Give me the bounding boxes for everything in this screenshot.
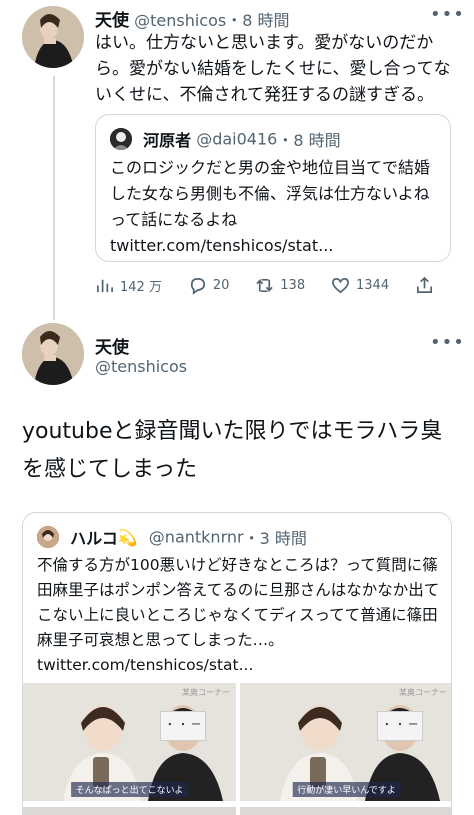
share-button[interactable]	[415, 276, 440, 295]
views-button[interactable]: 142 万	[95, 276, 162, 295]
media-image[interactable]: ・ ・ ー 某奥コーナー 行動が凄い早いんですよ	[240, 683, 451, 801]
media-image[interactable]: ・ ・ ー 某奥コーナー そんなぱっと出てこないよ	[23, 683, 236, 801]
quote-avatar	[110, 128, 132, 150]
quote-timestamp: ・3 時間	[243, 529, 307, 548]
quote-tweet-text: このロジックだと男の金や地位目当てで結婚した女なら男側も不倫、浮気は仕方ないよね…	[110, 158, 431, 255]
heart-icon	[332, 277, 349, 293]
like-button[interactable]: 1344	[331, 276, 389, 295]
avatar[interactable]	[22, 6, 84, 68]
retweet-count: 138	[280, 277, 306, 293]
mosaic-face-overlay: ・ ・ ー	[377, 711, 423, 741]
media-image[interactable]	[240, 807, 451, 815]
analytics-icon	[96, 279, 113, 292]
media-image[interactable]	[23, 807, 236, 815]
reply-button[interactable]: 20	[188, 276, 230, 295]
more-options-icon[interactable]: •••	[430, 332, 465, 353]
quote-tweet-card[interactable]: ハルコ💫 @nantknrnr・3 時間 不倫する方が100悪いけど好きなところ…	[22, 512, 452, 815]
quote-author-handle: @nantknrnr	[148, 527, 244, 547]
tweet1-author-name[interactable]: 天使	[95, 11, 129, 31]
avatar[interactable]	[22, 323, 84, 385]
tweet1-timestamp[interactable]: ・8 時間	[226, 11, 289, 30]
retweet-button[interactable]: 138	[255, 276, 305, 295]
tweet-action-bar: 142 万 20 138 1344	[95, 272, 440, 298]
like-count: 1344	[356, 277, 390, 293]
quote-author-name: ハルコ	[70, 529, 118, 548]
more-options-icon[interactable]: •••	[430, 4, 465, 25]
tweet2-author-name[interactable]: 天使	[95, 333, 129, 358]
quote-avatar	[37, 526, 59, 548]
media-badge: 某奥コーナー	[182, 688, 230, 697]
reply-count: 20	[212, 277, 230, 293]
tweet2-text: youtubeと録音聞いた限りではモラハラ臭を感じてしまった	[22, 419, 443, 482]
tweet1-author-handle[interactable]: @tenshicos	[134, 11, 226, 30]
quote-tweet-card[interactable]: 河原者 @dai0416・8 時間 このロジックだと男の金や地位目当てで結婚した…	[95, 114, 451, 262]
share-icon	[416, 276, 432, 293]
avatar-image	[22, 6, 84, 68]
media-badge: 某奥コーナー	[399, 688, 447, 697]
quote-author-name: 河原者	[143, 131, 192, 150]
retweet-icon	[256, 278, 273, 292]
quote-author-handle: @dai0416	[196, 129, 278, 149]
avatar-image	[22, 323, 84, 385]
mosaic-face-overlay: ・ ・ ー	[160, 711, 206, 741]
thread-line	[53, 76, 55, 320]
comet-emoji: 💫	[117, 527, 138, 547]
media-caption: そんなぱっと出てこないよ	[70, 782, 189, 797]
views-count: 142 万	[120, 279, 162, 295]
reply-icon	[190, 277, 205, 295]
tweet2-author-handle[interactable]: @tenshicos	[95, 357, 187, 376]
tweet1-header: 天使 @tenshicos・8 時間	[95, 6, 289, 31]
quote-tweet-text: 不倫する方が100悪いけど好きなところは？って質問に篠田麻里子はポンポン答えてる…	[37, 556, 440, 674]
tweet1-text: はい。仕方ないと思います。愛がないのだから。愛がない結婚をしたくせに、愛し合って…	[95, 33, 451, 105]
quote-media-grid: ・ ・ ー 某奥コーナー そんなぱっと出てこないよ ・ ・ ー 某奥コーナー 行…	[23, 683, 451, 815]
media-caption: 行動が凄い早いんですよ	[292, 782, 401, 797]
quote-timestamp: ・8 時間	[277, 131, 341, 150]
quote-tweet-header: ハルコ💫 @nantknrnr・3 時間	[37, 525, 307, 549]
quote-tweet-header: 河原者 @dai0416・8 時間	[110, 127, 341, 151]
